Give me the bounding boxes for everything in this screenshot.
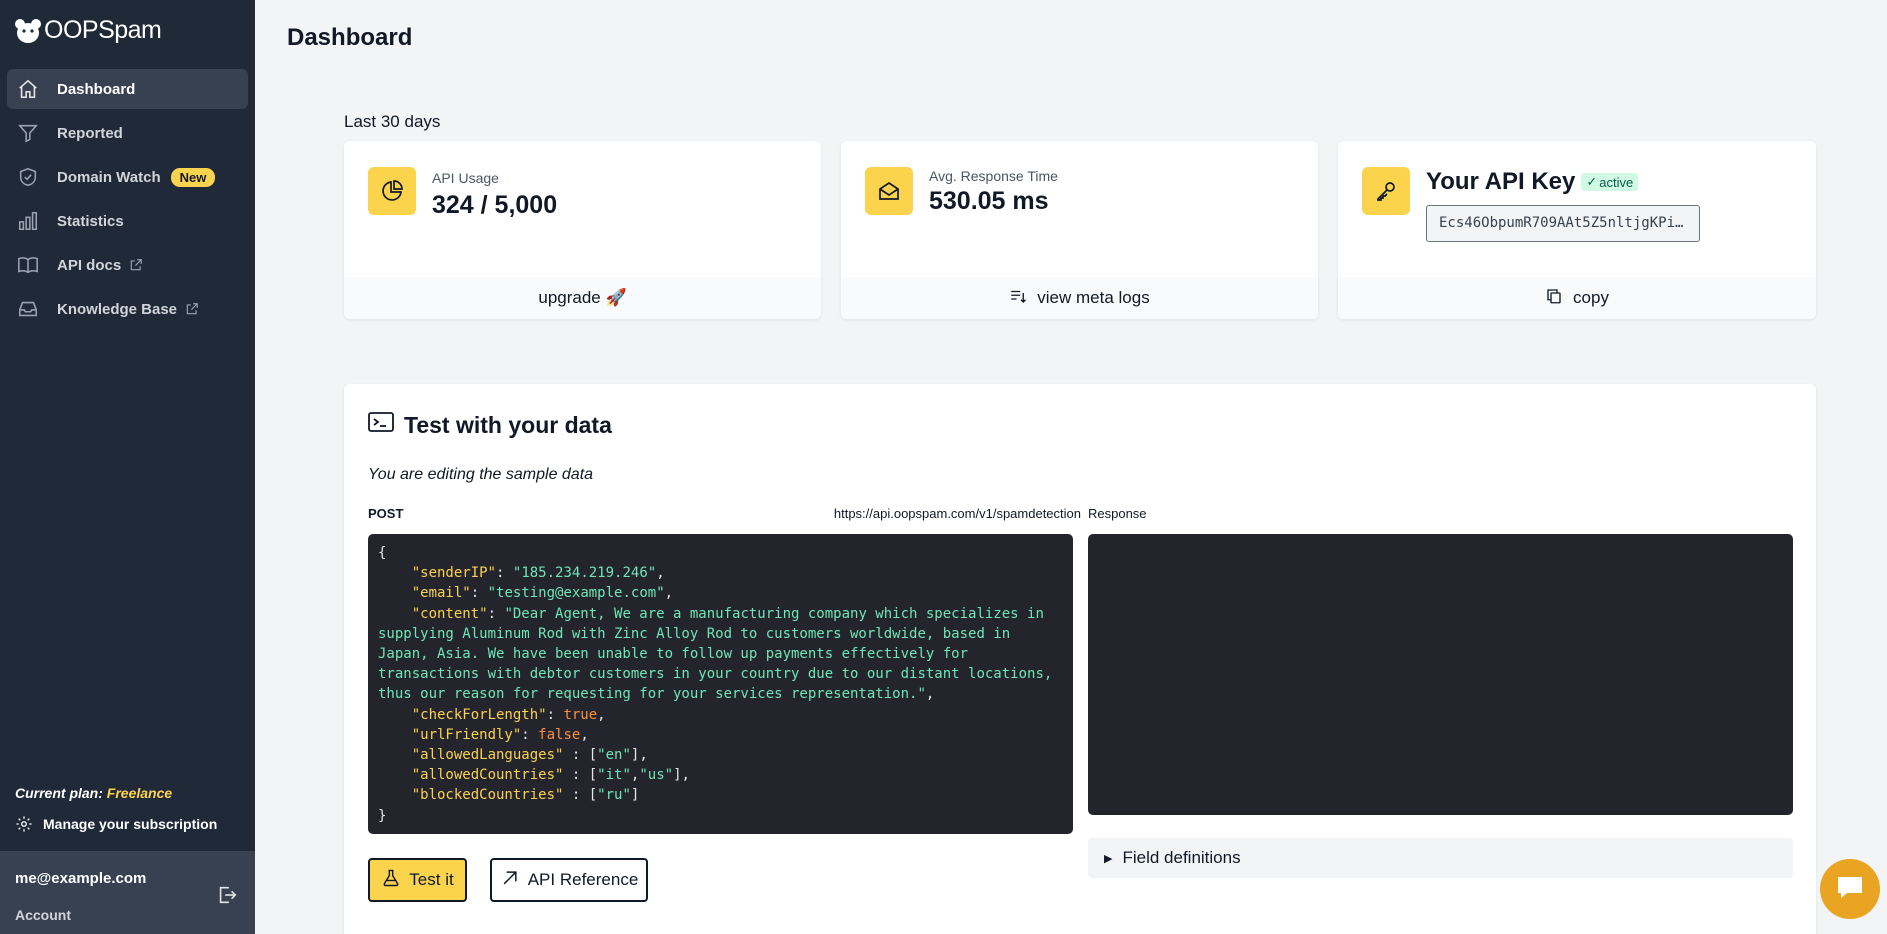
gear-icon xyxy=(15,815,33,833)
chat-widget-button[interactable] xyxy=(1820,859,1880,919)
sidebar-item-dashboard[interactable]: Dashboard xyxy=(7,69,248,109)
active-badge: ✓ active xyxy=(1581,173,1639,191)
test-title: Test with your data xyxy=(368,411,612,439)
manage-subscription-link[interactable]: Manage your subscription xyxy=(15,815,217,833)
allowed-country-value: "it" xyxy=(597,767,631,784)
flask-icon xyxy=(381,868,401,893)
inbox-icon xyxy=(15,296,41,322)
upgrade-label: upgrade 🚀 xyxy=(538,288,627,307)
external-link-icon xyxy=(185,302,199,316)
sidebar-item-api-docs[interactable]: API docs xyxy=(7,245,248,285)
shield-icon xyxy=(15,164,41,190)
key-icon xyxy=(1362,167,1410,215)
new-badge: New xyxy=(170,167,216,187)
editing-notice: You are editing the sample data xyxy=(368,466,594,483)
api-key-field[interactable]: Ecs46ObpumR709AAt5Z5nltjgKPiXc8kE3sQ xyxy=(1426,205,1700,242)
envelope-icon xyxy=(865,167,913,215)
bear-icon xyxy=(15,18,41,43)
field-definitions-toggle[interactable]: ▶ Field definitions xyxy=(1088,838,1793,878)
response-time-value: 530.05 ms xyxy=(929,187,1049,215)
terminal-icon xyxy=(368,411,394,439)
api-usage-value: 324 / 5,000 xyxy=(432,191,558,219)
external-link-icon xyxy=(129,258,143,272)
sidebar-item-statistics[interactable]: Statistics xyxy=(7,201,248,241)
period-label: Last 30 days xyxy=(344,112,441,131)
sidebar: OOPSpam Dashboard Reported Domain Watch … xyxy=(0,0,255,934)
sidebar-item-label: Knowledge Base xyxy=(57,300,178,318)
check-icon: ✓ xyxy=(1586,174,1598,189)
test-it-label: Test it xyxy=(409,870,454,889)
account-section: me@example.com Account xyxy=(0,851,255,934)
response-label: Response xyxy=(1088,506,1147,521)
api-reference-button[interactable]: API Reference xyxy=(490,858,648,902)
brand-name: OOPSpam xyxy=(44,16,162,44)
sidebar-item-label: API docs xyxy=(57,256,122,274)
sidebar-item-knowledge-base[interactable]: Knowledge Base xyxy=(7,289,248,329)
url-friendly-value: false xyxy=(538,726,581,743)
response-output[interactable] xyxy=(1088,534,1793,815)
filter-icon xyxy=(15,120,41,146)
logout-icon[interactable] xyxy=(216,884,238,906)
check-for-length-value: true xyxy=(563,706,598,723)
view-meta-logs-label: view meta logs xyxy=(1037,288,1150,307)
current-plan: Current plan: Freelance xyxy=(15,785,172,801)
api-usage-label: API Usage xyxy=(432,170,499,186)
api-key-title: Your API Key ✓ active xyxy=(1426,168,1639,196)
blocked-countries-value: "ru" xyxy=(597,787,631,804)
allowed-languages-value: "en" xyxy=(597,747,631,764)
field-definitions-label: Field definitions xyxy=(1122,848,1241,867)
response-time-label: Avg. Response Time xyxy=(929,168,1058,184)
account-link[interactable]: Account xyxy=(15,907,71,923)
email-value: "testing@example.com" xyxy=(487,585,665,602)
pie-chart-icon xyxy=(368,167,416,215)
api-usage-card: API Usage 324 / 5,000 upgrade 🚀 xyxy=(344,141,821,319)
arrow-up-right-icon xyxy=(500,868,520,893)
http-method: POST xyxy=(368,506,404,521)
api-key-title-text: Your API Key xyxy=(1426,168,1576,195)
sidebar-item-label: Domain Watch xyxy=(57,168,161,186)
allowed-country-value: "us" xyxy=(639,767,674,784)
view-meta-logs-button[interactable]: view meta logs xyxy=(841,277,1318,319)
sidebar-item-label: Statistics xyxy=(57,212,124,230)
user-email: me@example.com xyxy=(15,870,147,887)
list-sort-icon xyxy=(1009,287,1027,310)
triangle-right-icon: ▶ xyxy=(1104,852,1113,865)
api-reference-label: API Reference xyxy=(527,870,639,889)
oopspam-logo[interactable]: OOPSpam xyxy=(14,16,162,45)
home-icon xyxy=(15,76,41,102)
api-key-card: Your API Key ✓ active Ecs46ObpumR709AAt5… xyxy=(1338,141,1816,319)
upgrade-button[interactable]: upgrade 🚀 xyxy=(344,277,821,319)
sidebar-item-label: Dashboard xyxy=(57,80,136,98)
copy-icon xyxy=(1545,287,1563,310)
test-title-text: Test with your data xyxy=(404,411,612,438)
test-panel: Test with your data You are editing the … xyxy=(344,384,1816,934)
plan-prefix: Current plan: xyxy=(15,785,103,801)
endpoint-url: https://api.oopspam.com/v1/spamdetection xyxy=(833,506,1081,521)
sender-ip-value: "185.234.219.246" xyxy=(512,565,657,582)
active-label: active xyxy=(1599,174,1634,190)
sidebar-nav: Dashboard Reported Domain Watch New Stat… xyxy=(7,69,248,333)
sidebar-item-label: Reported xyxy=(57,124,123,142)
sidebar-item-reported[interactable]: Reported xyxy=(7,113,248,153)
page-title: Dashboard xyxy=(287,24,413,51)
response-time-card: Avg. Response Time 530.05 ms view meta l… xyxy=(841,141,1318,319)
bar-chart-icon xyxy=(15,208,41,234)
copy-button[interactable]: copy xyxy=(1338,277,1816,319)
sidebar-item-domain-watch[interactable]: Domain Watch New xyxy=(7,157,248,197)
manage-label: Manage your subscription xyxy=(43,816,218,832)
test-it-button[interactable]: Test it xyxy=(368,858,467,902)
plan-name: Freelance xyxy=(106,785,173,801)
code-line: { xyxy=(378,545,387,561)
copy-label: copy xyxy=(1573,288,1609,307)
book-icon xyxy=(15,252,41,278)
request-editor[interactable]: { "senderIP": "185.234.219.246", "email"… xyxy=(368,534,1073,834)
chat-bubble-icon xyxy=(1835,873,1865,906)
